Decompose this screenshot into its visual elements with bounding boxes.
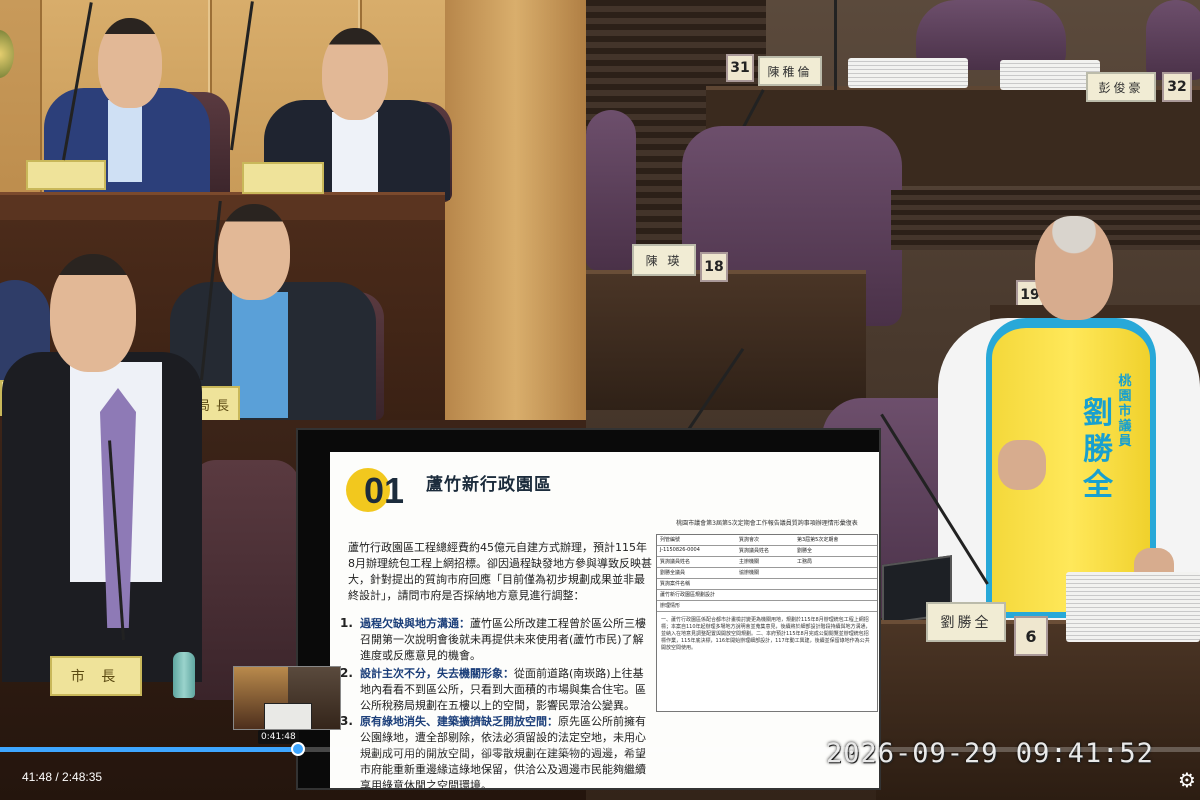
speaker-seat-number: 6 <box>1014 616 1048 656</box>
time-display: 41:48 / 2:48:35 <box>22 770 103 784</box>
seek-preview-thumbnail <box>233 666 341 730</box>
form-row: 辦理情形 <box>657 601 877 612</box>
nameplate-top-left <box>26 160 106 190</box>
nameplate-mayor: 市 長 <box>50 656 142 696</box>
recording-timestamp: 2026-09-29 09:41:52 <box>826 738 1154 769</box>
seat-number-tag: 18 <box>700 252 728 282</box>
speaking-councilor <box>1035 216 1113 320</box>
slide-intro: 蘆竹行政園區工程總經費約45億元自建方式辦理，預計115年8月辦理統包工程上網招… <box>348 541 652 602</box>
document-stack <box>848 58 968 88</box>
gear-icon[interactable]: ⚙ <box>1176 769 1198 791</box>
video-frame[interactable]: 局長 市 長 31 陳稚倫 彭俊豪 32 陳 瑛 18 19 桃園市議員 劉勝全… <box>0 0 1200 800</box>
slide-title: 蘆竹新行政園區 <box>426 475 552 495</box>
inquiry-form-table: 列管編號 質詢會次 第3屆第5次定期會 J-1150826-0004 質詢議員姓… <box>656 534 878 712</box>
form-row: 劉勝全議員 協辦機關 <box>657 568 877 579</box>
duration: 2:48:35 <box>62 770 103 784</box>
councilor-nameplate: 彭俊豪 <box>1086 72 1156 102</box>
councilor-nameplate: 陳稚倫 <box>758 56 822 86</box>
microphone <box>834 0 837 90</box>
thermos-bottle <box>173 652 195 698</box>
councilor-nameplate: 陳 瑛 <box>632 244 696 276</box>
council-emblem-icon <box>0 30 14 78</box>
form-row: 列管編號 質詢會次 第3屆第5次定期會 <box>657 535 877 546</box>
progress-scrubber-handle[interactable] <box>290 742 305 756</box>
slide-item: 設計主次不分，失去機關形象：從面前道路(南崁路)上往基地內看看不到區公所，只看到… <box>360 667 646 712</box>
slide-item: 過程欠缺與地方溝通：蘆竹區公所改建工程曾於區公所三樓召開第一次說明會後就未再提供… <box>360 617 646 662</box>
seek-preview-time: 0:41:48 <box>258 730 299 744</box>
progress-bar[interactable] <box>0 742 1200 756</box>
vest-name: 劉勝全 <box>1083 396 1113 503</box>
document-stack <box>1000 60 1100 90</box>
speaker-nameplate: 劉勝全 <box>926 602 1006 642</box>
presentation-slide: 01 蘆竹新行政園區 蘆竹行政園區工程總經費約45億元自建方式辦理，預計115年… <box>296 428 881 790</box>
section-number: 01 <box>364 470 405 511</box>
document-stack <box>1066 572 1200 642</box>
vest-title: 桃園市議員 <box>1118 374 1132 449</box>
form-row: J-1150826-0004 質詢議員姓名 劉勝全 <box>657 546 877 557</box>
slide-item: 原有綠地消失、建築擴擠缺乏開放空間：原先區公所前擁有公園綠地，遭全部剔除，依法必… <box>360 715 646 790</box>
progress-played <box>0 747 298 752</box>
form-row: 質詢議員姓名 主辦機關 工務局 <box>657 557 877 568</box>
form-row: 質詢案件名稱 <box>657 579 877 590</box>
form-row: 蘆竹新行政園區規劃設計 <box>657 590 877 601</box>
nameplate-top-mid <box>242 162 324 194</box>
seat-number-tag: 31 <box>726 54 754 82</box>
seat-number-tag: 32 <box>1162 72 1192 102</box>
form-body: 一、蘆竹行政園區係配合都市計畫檢討變更為機關用地，規劃於115年8月辦理統包工程… <box>661 617 871 651</box>
current-time: 41:48 <box>22 770 53 784</box>
form-title: 桃園市議會第3屆第5次定期會工作報告議員質詢事項辦理情形彙復表 <box>676 520 858 527</box>
